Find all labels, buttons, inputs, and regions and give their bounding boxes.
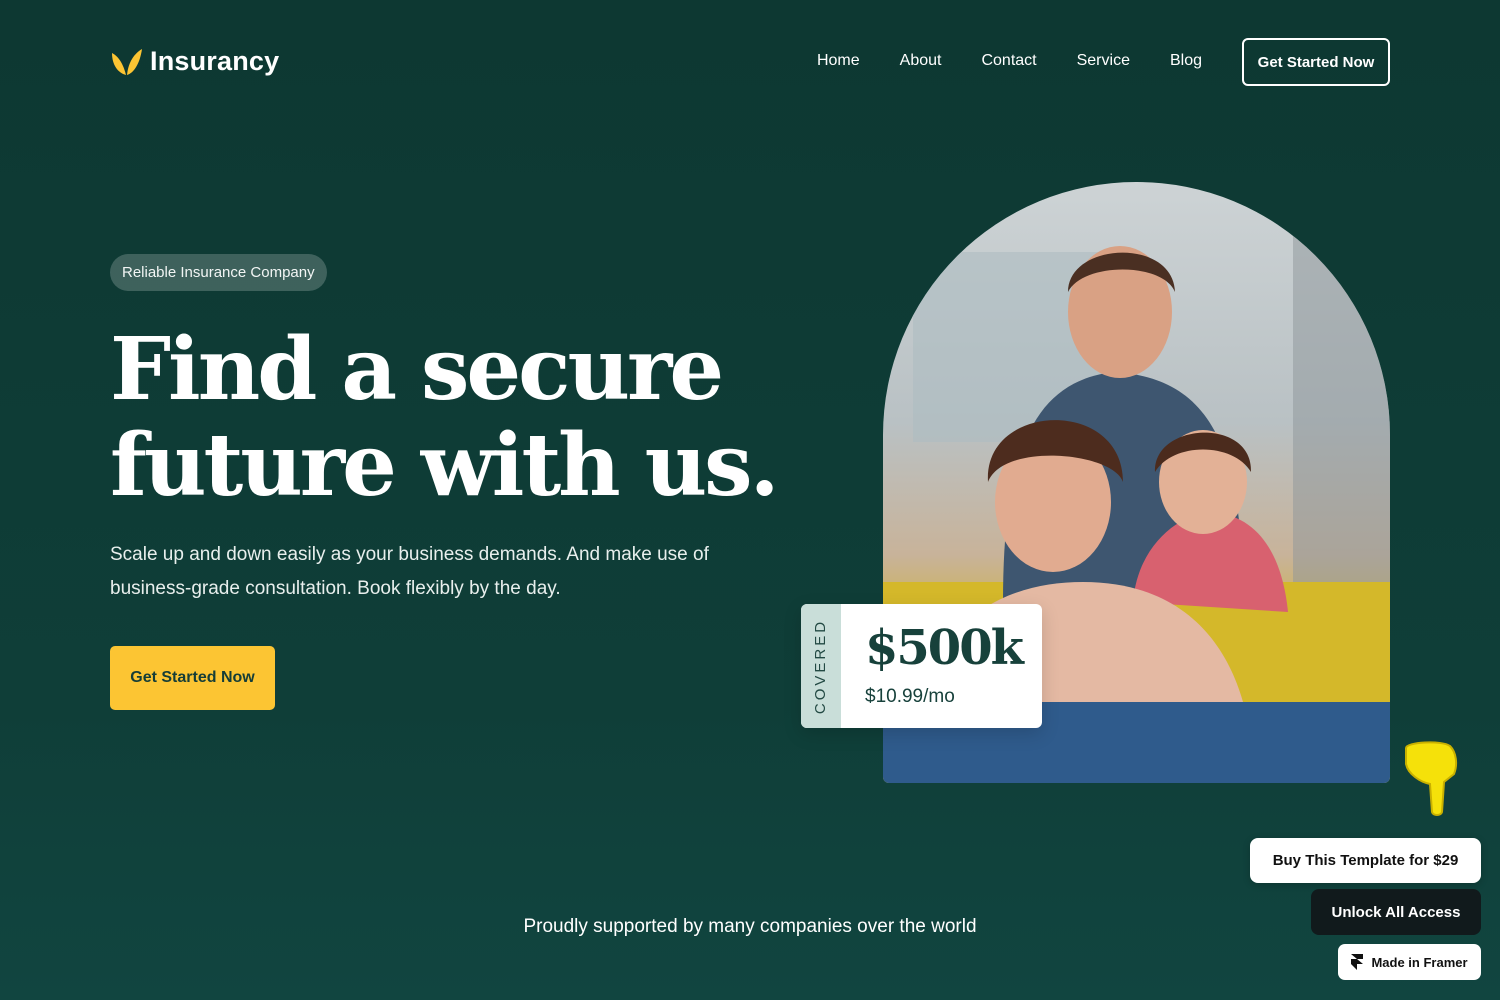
hero-badge: Reliable Insurance Company <box>110 254 327 291</box>
nav-links: Home About Contact Service Blog <box>817 52 1202 70</box>
logo[interactable]: Insurancy <box>110 46 279 77</box>
nav-link-service[interactable]: Service <box>1077 52 1130 70</box>
pointing-hand-icon <box>1405 741 1458 816</box>
top-nav: Insurancy Home About Contact Service Blo… <box>110 38 1390 86</box>
coverage-strip: COVERED <box>801 604 841 728</box>
support-text: Proudly supported by many companies over… <box>523 916 977 937</box>
coverage-label: COVERED <box>812 618 830 714</box>
buy-template-button[interactable]: Buy This Template for $29 <box>1250 838 1481 883</box>
framer-label: Made in Framer <box>1371 954 1468 970</box>
unlock-access-button[interactable]: Unlock All Access <box>1311 889 1481 935</box>
coverage-card: COVERED $500k $10.99/mo <box>801 604 1042 728</box>
coverage-price: $10.99/mo <box>865 686 955 707</box>
nav-link-home[interactable]: Home <box>817 52 860 70</box>
headline-line-2: future with us. <box>110 415 780 516</box>
nav-link-blog[interactable]: Blog <box>1170 52 1202 70</box>
coverage-amount: $500k <box>865 620 1024 676</box>
hero-headline: Find a secure future with us. <box>110 322 790 514</box>
hero-get-started-button[interactable]: Get Started Now <box>110 646 275 710</box>
framer-icon <box>1351 954 1364 970</box>
leaf-icon <box>112 48 142 75</box>
nav-get-started-button[interactable]: Get Started Now <box>1242 38 1390 86</box>
brand-name: Insurancy <box>150 46 280 76</box>
nav-link-about[interactable]: About <box>900 52 942 70</box>
nav-link-contact[interactable]: Contact <box>981 52 1036 70</box>
hero-subtext: Scale up and down easily as your busines… <box>110 544 709 599</box>
headline-line-1: Find a secure <box>110 319 724 420</box>
made-in-framer-badge[interactable]: Made in Framer <box>1338 944 1481 980</box>
